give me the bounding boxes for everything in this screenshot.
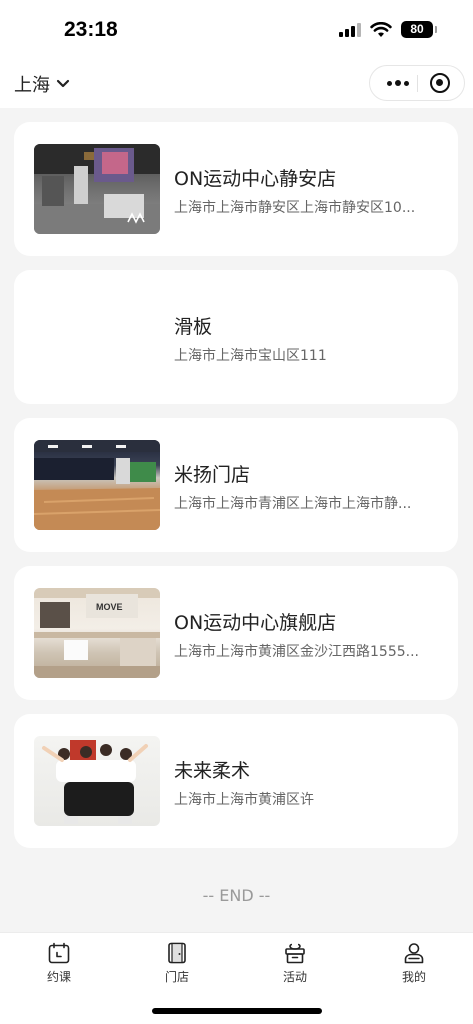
status-bar: 23:18 80 [0,0,473,60]
battery-icon: 80 [401,21,437,38]
store-name: ON运动中心旗舰店 [174,612,337,634]
store-address: 上海市上海市青浦区上海市上海市静... [174,496,412,512]
chevron-down-icon [56,79,70,88]
close-miniprogram-icon[interactable] [430,73,450,93]
capsule-divider [417,75,418,92]
svg-text:MOVE: MOVE [96,602,123,612]
store-card[interactable]: 未来柔术 上海市上海市黄浦区许 [14,714,458,848]
calendar-icon [48,942,70,964]
more-icon[interactable] [384,66,412,100]
store-address: 上海市上海市静安区上海市静安区10... [174,200,416,216]
tab-activities[interactable]: 活动 [255,941,335,985]
tab-stores[interactable]: 门店 [137,941,217,985]
store-name: ON运动中心静安店 [174,168,337,190]
list-end-label: -- END -- [202,886,271,905]
store-name: 米扬门店 [174,464,251,486]
store-list: ON运动中心静安店 上海市上海市静安区上海市静安区10... 滑板 上海市上海市… [14,122,458,862]
city-label: 上海 [14,75,50,96]
store-thumbnail [34,144,160,234]
tab-label: 门店 [164,970,189,984]
store-thumbnail [34,440,160,530]
store-name: 滑板 [174,316,213,338]
store-card[interactable]: MOVE ON运动中心旗舰店 上海市上海市黄浦区金沙江西路1555... [14,566,458,700]
home-indicator [152,1008,322,1014]
city-selector[interactable]: 上海 [14,71,70,97]
tab-profile[interactable]: 我的 [374,941,454,985]
status-icons: 80 [339,21,437,38]
tab-label: 活动 [282,970,307,984]
store-thumbnail: MOVE [34,588,160,678]
user-icon [404,943,424,964]
wifi-icon [370,21,392,37]
gift-icon [285,943,305,964]
status-time: 23:18 [64,18,118,41]
signal-icon [339,22,361,37]
miniprogram-capsule [369,65,465,101]
tab-classes[interactable]: 约课 [19,941,99,985]
store-card[interactable]: 米扬门店 上海市上海市青浦区上海市上海市静... [14,418,458,552]
nav-bar: 上海 [0,60,473,108]
tab-label: 约课 [46,970,71,984]
store-card[interactable]: ON运动中心静安店 上海市上海市静安区上海市静安区10... [14,122,458,256]
store-thumbnail [34,736,160,826]
store-icon [168,942,186,964]
store-name: 未来柔术 [174,760,251,782]
store-address: 上海市上海市宝山区111 [174,348,327,364]
store-address: 上海市上海市黄浦区金沙江西路1555... [174,644,419,660]
store-address: 上海市上海市黄浦区许 [174,792,314,808]
store-card[interactable]: 滑板 上海市上海市宝山区111 [14,270,458,404]
tab-label: 我的 [401,970,426,984]
